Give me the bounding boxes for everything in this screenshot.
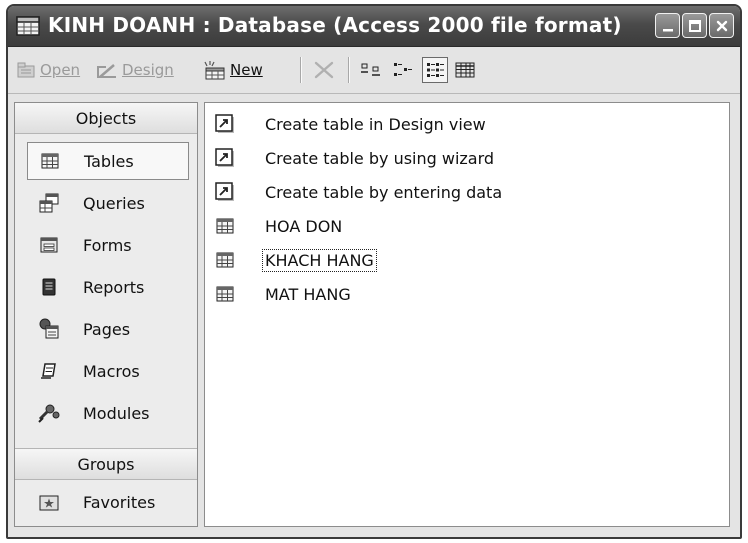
table-icon	[213, 214, 237, 238]
table-icon	[213, 248, 237, 272]
list-item-label: HOA DON	[265, 216, 343, 236]
open-label: Open	[40, 61, 81, 79]
large-icons-icon	[361, 63, 380, 76]
sidebar-item-label: Macros	[83, 361, 140, 381]
window-title: KINH DOANH : Database (Access 2000 file …	[48, 13, 622, 37]
shortcut-icon	[213, 180, 237, 204]
object-list: Create table in Design view Create table…	[204, 102, 730, 527]
sidebar-item-queries[interactable]: Queries	[27, 184, 189, 222]
new-label: New	[230, 61, 263, 79]
delete-button[interactable]	[311, 57, 337, 83]
page-icon	[37, 317, 61, 341]
maximize-button[interactable]	[682, 13, 707, 38]
new-table-icon	[204, 61, 225, 80]
groups-header[interactable]: Groups	[15, 448, 197, 480]
window-controls	[655, 13, 734, 39]
small-icons-icon	[394, 63, 412, 76]
sidebar-item-label: Pages	[83, 319, 131, 339]
list-view-icon	[427, 63, 444, 77]
list-item-label: Create table by using wizard	[265, 148, 495, 168]
large-icons-view-button[interactable]	[358, 57, 384, 83]
macro-icon	[37, 359, 61, 383]
table-icon	[213, 282, 237, 306]
open-icon	[17, 62, 35, 78]
details-view-icon	[455, 62, 475, 78]
table-icon	[38, 149, 62, 173]
new-button[interactable]: New	[202, 57, 263, 83]
design-icon	[97, 64, 116, 78]
list-item[interactable]: HOA DON	[213, 211, 344, 241]
sidebar-item-modules[interactable]: Modules	[27, 394, 189, 432]
form-icon	[37, 233, 61, 257]
objects-header-label: Objects	[75, 108, 137, 128]
list-item[interactable]: Create table in Design view	[213, 109, 488, 139]
list-item-label: Create table in Design view	[265, 114, 486, 134]
shortcut-icon	[213, 112, 237, 136]
list-item[interactable]: MAT HANG	[213, 279, 353, 309]
toolbar-separator	[300, 57, 301, 83]
design-button[interactable]: Design	[96, 57, 174, 83]
sidebar-item-label: Favorites	[83, 492, 156, 512]
database-window: KINH DOANH : Database (Access 2000 file …	[6, 4, 742, 539]
close-button[interactable]	[709, 13, 734, 38]
list-item-label: KHACH HANG	[262, 248, 377, 272]
close-icon	[716, 20, 727, 31]
small-icons-view-button[interactable]	[390, 57, 416, 83]
list-item-label: Create table by entering data	[265, 182, 503, 202]
list-item[interactable]: KHACH HANG	[213, 245, 377, 275]
design-label: Design	[122, 61, 174, 79]
list-item[interactable]: Create table by entering data	[213, 177, 504, 207]
sidebar-item-label: Queries	[83, 193, 145, 213]
sidebar-item-macros[interactable]: Macros	[27, 352, 189, 390]
sidebar-item-reports[interactable]: Reports	[27, 268, 189, 306]
details-view-button[interactable]	[452, 57, 478, 83]
list-view-button[interactable]	[422, 57, 448, 83]
sidebar-item-label: Modules	[83, 403, 150, 423]
report-icon	[37, 275, 61, 299]
objects-header[interactable]: Objects	[15, 103, 197, 134]
open-button[interactable]: Open	[16, 57, 80, 83]
objects-bar: Objects Tables Queries Forms Reports Pag…	[14, 102, 198, 527]
list-item-label: MAT HANG	[265, 284, 351, 304]
groups-header-label: Groups	[77, 454, 135, 474]
toolbar: Open Design New	[8, 47, 740, 94]
sidebar-item-forms[interactable]: Forms	[27, 226, 189, 264]
sidebar-item-pages[interactable]: Pages	[27, 310, 189, 348]
sidebar-item-tables[interactable]: Tables	[27, 142, 189, 180]
toolbar-separator	[348, 57, 349, 83]
query-icon	[37, 191, 61, 215]
favorites-folder-icon	[37, 490, 61, 514]
module-icon	[37, 401, 61, 425]
shortcut-icon	[213, 146, 237, 170]
title-bar[interactable]: KINH DOANH : Database (Access 2000 file …	[8, 6, 740, 47]
sidebar-item-label: Reports	[83, 277, 145, 297]
database-icon	[16, 16, 40, 36]
delete-icon	[314, 61, 334, 79]
sidebar-item-label: Tables	[84, 151, 134, 171]
list-item[interactable]: Create table by using wizard	[213, 143, 496, 173]
sidebar-item-label: Forms	[83, 235, 132, 255]
maximize-icon	[688, 19, 701, 32]
sidebar-item-favorites[interactable]: Favorites	[27, 483, 189, 521]
minimize-icon	[662, 28, 673, 31]
minimize-button[interactable]	[655, 13, 680, 38]
